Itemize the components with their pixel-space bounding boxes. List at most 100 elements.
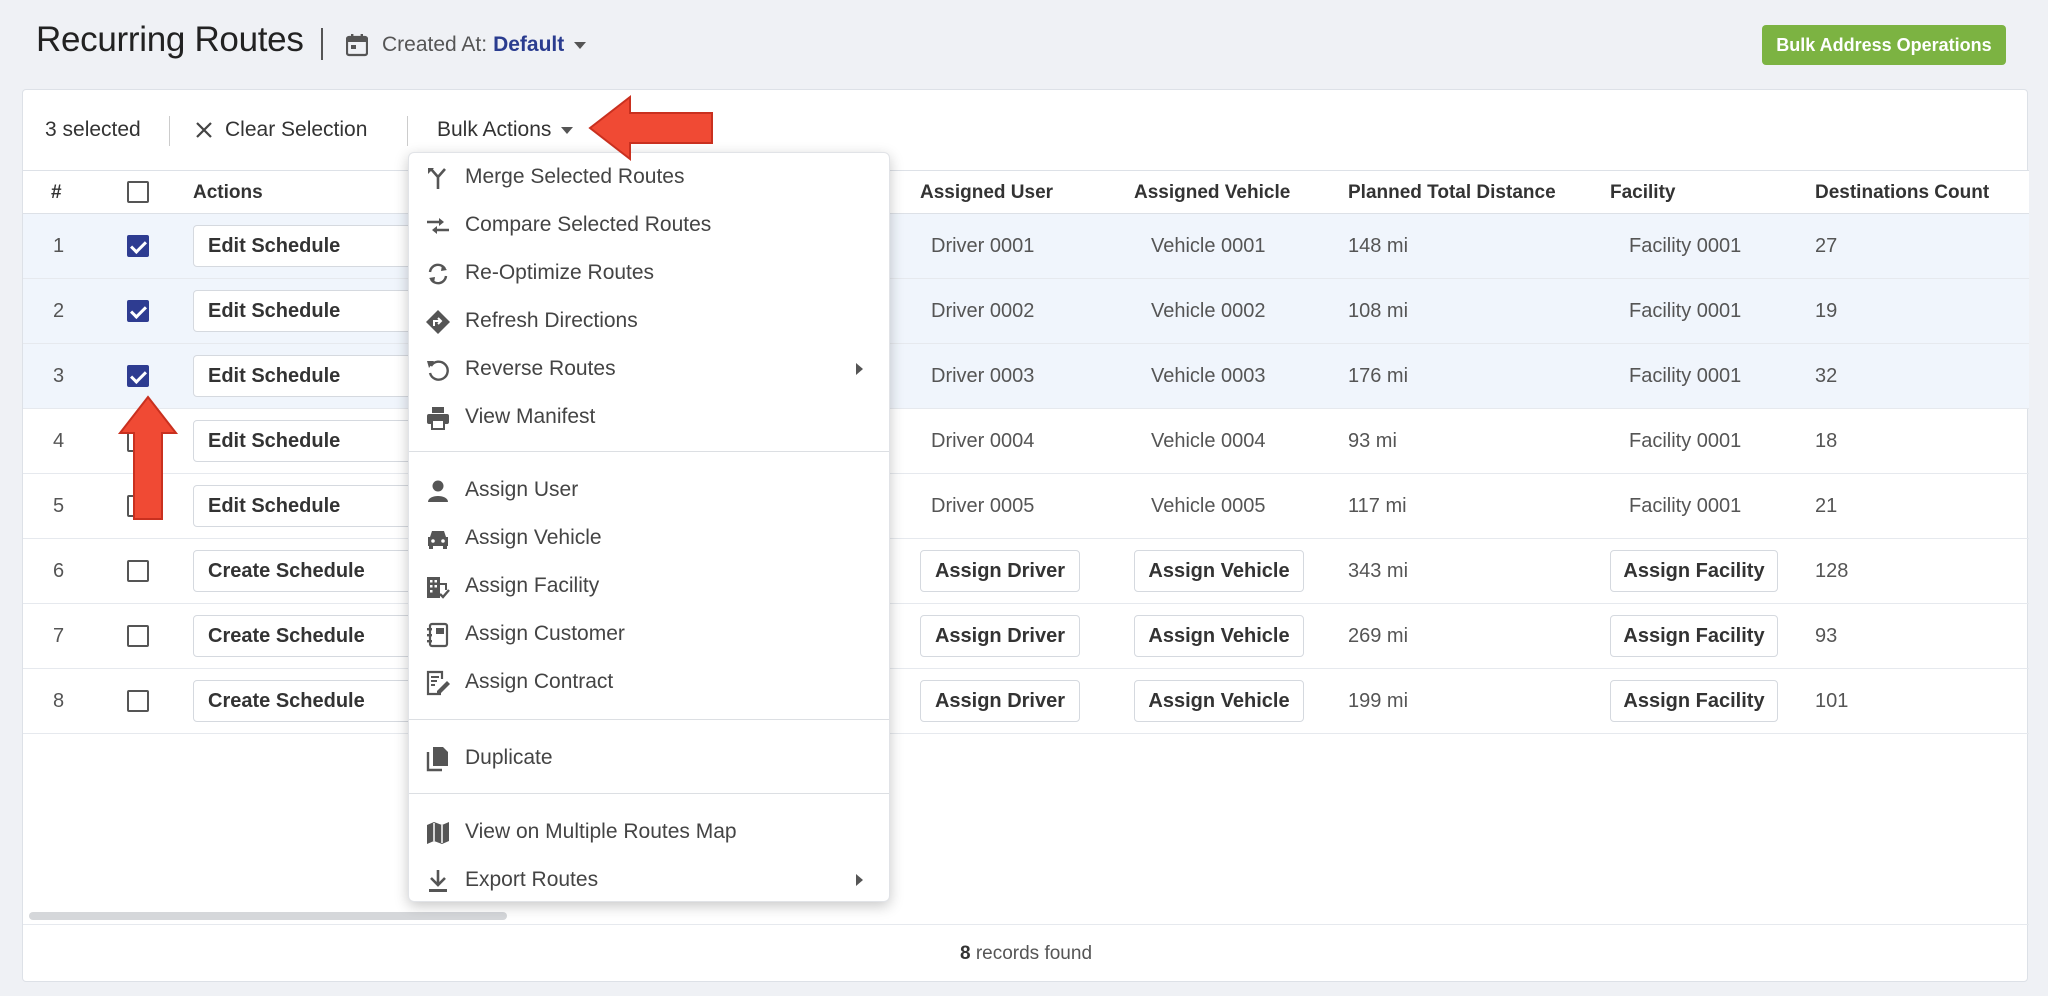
assigned-user[interactable]: Driver 0002 — [931, 279, 1034, 343]
page-title: Recurring Routes — [36, 20, 304, 59]
bulk-address-operations-button[interactable]: Bulk Address Operations — [1762, 25, 2006, 65]
assigned-user[interactable]: Driver 0004 — [931, 409, 1034, 473]
row-number: 7 — [53, 625, 65, 647]
planned-total-distance: 199 mi — [1348, 690, 1409, 712]
assign-facility-button[interactable]: Assign Facility — [1610, 680, 1778, 722]
calendar-icon — [346, 34, 368, 57]
row-checkbox[interactable] — [127, 625, 149, 647]
menu-item-reverse-routes[interactable]: Reverse Routes — [409, 345, 889, 393]
row-number: 1 — [53, 235, 65, 257]
column-header-actions[interactable]: Actions — [193, 171, 263, 215]
assigned-vehicle[interactable]: Vehicle 0001 — [1151, 214, 1266, 278]
column-header-assigned-user[interactable]: Assigned User — [920, 171, 1053, 215]
bulk-actions-button[interactable]: Bulk Actions — [437, 115, 574, 145]
menu-item-view-on-multiple-routes-map[interactable]: View on Multiple Routes Map — [409, 808, 889, 856]
facility-name[interactable]: Facility 0001 — [1629, 279, 1741, 343]
destinations-count: 19 — [1815, 300, 1838, 322]
column-header-number[interactable]: # — [51, 171, 62, 215]
table-row[interactable]: 2 Edit Schedule Driver 0002 Vehicle 0002 Fac… — [23, 279, 2029, 344]
menu-item-refresh-directions[interactable]: Refresh Directions — [409, 297, 889, 345]
facility-name[interactable]: Facility 0001 — [1629, 474, 1741, 538]
table-row[interactable]: 4 Edit Schedule Driver 0004 Vehicle 0004 Fac… — [23, 409, 2029, 474]
reverse-icon — [427, 360, 449, 381]
column-header-planned-total-distance[interactable]: Planned Total Distance — [1348, 171, 1556, 215]
table-row[interactable]: 5 Edit Schedule Driver 0005 Vehicle 0005 Fac… — [23, 474, 2029, 539]
assigned-user[interactable]: Driver 0003 — [931, 344, 1034, 408]
table-row[interactable]: 7 Create Schedule Assign Driver Assign Vehi… — [23, 604, 2029, 669]
assigned-vehicle[interactable]: Vehicle 0005 — [1151, 474, 1266, 538]
chevron-right-icon — [856, 363, 863, 375]
edit-schedule-button[interactable]: Edit Schedule — [193, 225, 421, 267]
menu-divider — [409, 451, 889, 452]
edit-schedule-button[interactable]: Edit Schedule — [193, 355, 421, 397]
destinations-count: 18 — [1815, 430, 1838, 452]
table-row[interactable]: 6 Create Schedule Assign Driver Assign Vehi… — [23, 539, 2029, 604]
edit-schedule-button[interactable]: Edit Schedule — [193, 420, 421, 462]
table-row[interactable]: 3 Edit Schedule Driver 0003 Vehicle 0003 Fac… — [23, 344, 2029, 409]
assigned-vehicle[interactable]: Vehicle 0004 — [1151, 409, 1266, 473]
menu-item-assign-vehicle[interactable]: Assign Vehicle — [409, 514, 889, 562]
menu-item-assign-facility[interactable]: Assign Facility — [409, 562, 889, 610]
facility-name[interactable]: Facility 0001 — [1629, 344, 1741, 408]
menu-item-export-routes[interactable]: Export Routes — [409, 856, 889, 904]
table-row[interactable]: 1 Edit Schedule Driver 0001 Vehicle 0001 Fac… — [23, 214, 2029, 279]
menu-item-duplicate[interactable]: Duplicate — [409, 734, 889, 782]
create-schedule-button[interactable]: Create Schedule — [193, 615, 421, 657]
facility-name[interactable]: Facility 0001 — [1629, 214, 1741, 278]
contract-icon — [426, 670, 450, 696]
row-number: 3 — [53, 365, 65, 387]
page-header: Recurring Routes Created At: Default Bul… — [0, 0, 2048, 88]
menu-item-label: Assign User — [465, 478, 579, 501]
menu-item-assign-customer[interactable]: Assign Customer — [409, 610, 889, 658]
menu-item-compare-selected-routes[interactable]: Compare Selected Routes — [409, 201, 889, 249]
facility-name[interactable]: Facility 0001 — [1629, 409, 1741, 473]
assign-driver-button[interactable]: Assign Driver — [920, 550, 1080, 592]
create-schedule-button[interactable]: Create Schedule — [193, 680, 421, 722]
assigned-vehicle[interactable]: Vehicle 0003 — [1151, 344, 1266, 408]
assign-facility-button[interactable]: Assign Facility — [1610, 615, 1778, 657]
annotation-arrow-left — [588, 94, 713, 162]
column-header-assigned-vehicle[interactable]: Assigned Vehicle — [1134, 171, 1290, 215]
select-all-checkbox[interactable] — [127, 181, 149, 203]
row-checkbox[interactable] — [127, 300, 149, 322]
bulk-actions-menu: Merge Selected Routes Compare Selected R… — [408, 152, 890, 902]
clear-selection-button[interactable]: Clear Selection — [195, 115, 367, 145]
assign-driver-button[interactable]: Assign Driver — [920, 615, 1080, 657]
assigned-vehicle[interactable]: Vehicle 0002 — [1151, 279, 1266, 343]
assign-vehicle-button[interactable]: Assign Vehicle — [1134, 680, 1304, 722]
planned-total-distance: 176 mi — [1348, 365, 1409, 387]
row-checkbox[interactable] — [127, 365, 149, 387]
edit-schedule-button[interactable]: Edit Schedule — [193, 485, 421, 527]
planned-total-distance: 269 mi — [1348, 625, 1409, 647]
assign-vehicle-button[interactable]: Assign Vehicle — [1134, 615, 1304, 657]
directions-icon — [426, 310, 450, 334]
row-checkbox[interactable] — [127, 235, 149, 257]
menu-item-label: Refresh Directions — [465, 309, 638, 332]
map-icon — [427, 822, 449, 844]
clear-selection-label: Clear Selection — [225, 118, 368, 141]
edit-schedule-button[interactable]: Edit Schedule — [193, 290, 421, 332]
planned-total-distance: 148 mi — [1348, 235, 1409, 257]
row-checkbox[interactable] — [127, 560, 149, 582]
records-text: records found — [975, 943, 1093, 964]
assigned-user[interactable]: Driver 0005 — [931, 474, 1034, 538]
created-at-filter[interactable]: Created At: Default — [346, 28, 587, 62]
create-schedule-button[interactable]: Create Schedule — [193, 550, 421, 592]
menu-item-re-optimize-routes[interactable]: Re-Optimize Routes — [409, 249, 889, 297]
row-checkbox[interactable] — [127, 690, 149, 712]
assign-facility-button[interactable]: Assign Facility — [1610, 550, 1778, 592]
column-header-destinations-count[interactable]: Destinations Count — [1815, 171, 1989, 215]
horizontal-scrollbar[interactable] — [29, 912, 507, 920]
column-header-facility[interactable]: Facility — [1610, 171, 1675, 215]
destinations-count: 128 — [1815, 560, 1849, 582]
created-at-value: Default — [493, 33, 565, 56]
menu-item-view-manifest[interactable]: View Manifest — [409, 393, 889, 441]
assigned-user[interactable]: Driver 0001 — [931, 214, 1034, 278]
copy-icon — [426, 747, 448, 772]
records-count: 8 — [959, 943, 971, 964]
assign-driver-button[interactable]: Assign Driver — [920, 680, 1080, 722]
menu-item-assign-user[interactable]: Assign User — [409, 466, 889, 514]
assign-vehicle-button[interactable]: Assign Vehicle — [1134, 550, 1304, 592]
menu-item-assign-contract[interactable]: Assign Contract — [409, 658, 889, 706]
table-row[interactable]: 8 Create Schedule Assign Driver Assign Vehi… — [23, 669, 2029, 734]
